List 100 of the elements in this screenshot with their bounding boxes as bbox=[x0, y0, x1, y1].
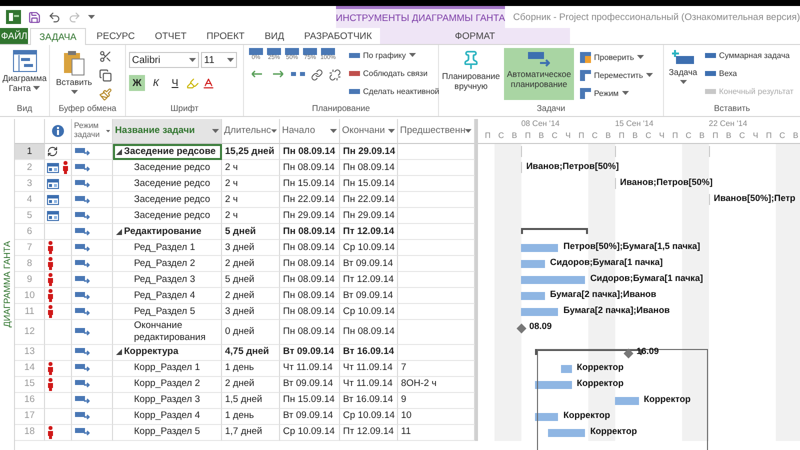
column-header[interactable]: Начало bbox=[280, 119, 340, 144]
schedule-command[interactable]: Сделать неактивной bbox=[347, 84, 442, 99]
start-date-cell: Пн 29.09.14 bbox=[280, 208, 340, 224]
task-name: Заседение редсо bbox=[134, 194, 210, 206]
caret-icon bbox=[271, 128, 277, 134]
ribbon-tab[interactable]: ФОРМАТ bbox=[380, 28, 570, 44]
caret-icon bbox=[212, 128, 219, 134]
italic-button[interactable]: К bbox=[148, 75, 164, 91]
schedule-mode-button[interactable]: Автоматическое планирование bbox=[504, 48, 574, 100]
finish-date-cell: Пн 08.09.14 bbox=[340, 160, 398, 176]
week-label: 15 Сен '14 bbox=[614, 119, 654, 130]
undo-icon[interactable] bbox=[48, 10, 61, 24]
task-command[interactable]: Режим bbox=[578, 86, 656, 101]
duration-cell: 3 дней bbox=[222, 304, 280, 320]
progress-bar-icon bbox=[267, 48, 281, 55]
duration-cell: 2 ч bbox=[222, 208, 280, 224]
insert-task-button[interactable]: Задача bbox=[667, 48, 699, 100]
resource-label: Сидоров;Бумага[1 пачка] bbox=[590, 273, 703, 283]
day-label: Ч bbox=[658, 131, 666, 142]
duration-cell: 1 день bbox=[222, 360, 280, 377]
bold-button[interactable]: Ж bbox=[129, 75, 145, 91]
task-name: Корректура bbox=[124, 346, 178, 358]
task-name: Ред_Раздел 4 bbox=[134, 290, 196, 302]
summary-bar bbox=[521, 228, 588, 234]
start-date-cell: Вт 09.09.14 bbox=[280, 408, 340, 425]
collapse-triangle-icon[interactable] bbox=[116, 349, 122, 356]
start-date-cell: Пн 08.09.14 bbox=[280, 144, 340, 160]
indent-icon[interactable] bbox=[271, 69, 285, 79]
schedule-mode-button[interactable]: Планирование вручную bbox=[442, 48, 500, 100]
recurring-icon bbox=[47, 146, 58, 157]
task-bar bbox=[521, 276, 586, 284]
ribbon-tab[interactable]: ЗАДАЧА bbox=[30, 28, 86, 45]
finish-date-cell: Пт 12.09.14 bbox=[340, 272, 398, 288]
cut-icon[interactable] bbox=[99, 50, 112, 63]
contextual-group-title: ИНСТРУМЕНТЫ ДИАГРАММЫ ГАНТА bbox=[336, 6, 506, 28]
column-header[interactable]: Окончани bbox=[340, 119, 398, 144]
collapse-triangle-icon[interactable] bbox=[116, 228, 122, 234]
command-icon bbox=[705, 69, 716, 78]
duration-cell: 15,25 дней bbox=[222, 144, 280, 160]
insert-command[interactable]: Суммарная задача bbox=[703, 48, 796, 63]
rollup-tick bbox=[615, 146, 616, 157]
task-name: Редактирование bbox=[124, 226, 202, 238]
outdent-icon[interactable] bbox=[251, 69, 265, 79]
day-label: С bbox=[644, 131, 652, 142]
column-header[interactable]: Длительнс bbox=[222, 119, 280, 144]
font-size-select[interactable]: 11 bbox=[201, 52, 237, 68]
finish-date-cell: Пн 08.09.14 bbox=[340, 320, 398, 345]
duration-cell: 2 ч bbox=[222, 176, 280, 192]
schedule-command[interactable]: Соблюдать связи bbox=[347, 66, 442, 81]
start-date-cell: Пн 08.09.14 bbox=[280, 288, 340, 304]
task-name: Заседение редсо bbox=[134, 178, 210, 190]
finish-date-cell: Вт 16.09.14 bbox=[340, 344, 398, 361]
auto-schedule-icon bbox=[75, 306, 90, 316]
day-label: С bbox=[778, 131, 786, 142]
finish-date-cell: Пт 12.09.14 bbox=[340, 224, 398, 240]
command-icon bbox=[349, 51, 360, 60]
copy-icon[interactable] bbox=[99, 69, 112, 82]
save-icon[interactable] bbox=[28, 10, 41, 24]
command-icon bbox=[580, 52, 591, 63]
day-label: С bbox=[738, 131, 746, 142]
caret-icon bbox=[622, 91, 629, 96]
finish-date-cell: Вт 16.09.14 bbox=[340, 392, 398, 409]
task-command[interactable]: Переместить bbox=[578, 68, 656, 83]
column-header[interactable]: Режим задачи bbox=[72, 119, 113, 144]
link-icon[interactable] bbox=[311, 69, 323, 81]
task-command[interactable]: Проверить bbox=[578, 50, 656, 65]
duration-cell: 5 дней bbox=[222, 224, 280, 240]
finish-date-cell: Пн 29.09.14 bbox=[340, 208, 398, 224]
schedule-command[interactable]: По графику bbox=[347, 48, 442, 63]
split-task-icon[interactable] bbox=[291, 69, 305, 79]
font-color-icon[interactable] bbox=[202, 76, 215, 90]
task-bar bbox=[521, 292, 545, 300]
auto-schedule-icon bbox=[75, 258, 90, 268]
finish-date-cell: Чт 11.09.14 bbox=[340, 360, 398, 377]
app-logo-icon[interactable] bbox=[6, 10, 21, 24]
auto-schedule-icon bbox=[75, 363, 90, 374]
column-header[interactable]: Предшественн bbox=[398, 119, 475, 144]
format-painter-icon[interactable] bbox=[99, 88, 112, 101]
paste-button[interactable]: Вставить bbox=[53, 48, 96, 100]
column-header[interactable]: Название задачи bbox=[113, 119, 222, 144]
unlink-icon[interactable] bbox=[329, 69, 341, 81]
collapse-triangle-icon[interactable] bbox=[116, 148, 122, 154]
caret-icon bbox=[330, 128, 337, 134]
resource-label: Петров[50%];Бумага[1,5 пачка] bbox=[563, 241, 700, 251]
task-name: Окончание редактирования bbox=[134, 320, 207, 344]
ribbon-tab[interactable]: ФАЙЛ bbox=[0, 28, 28, 44]
task-name: Ред_Раздел 2 bbox=[134, 258, 196, 270]
finish-date-cell: Пн 22.09.14 bbox=[340, 192, 398, 208]
insert-command[interactable]: Веха bbox=[703, 66, 796, 81]
font-name-select[interactable]: Calibri bbox=[129, 52, 199, 68]
finish-date-cell: Ср 10.09.14 bbox=[340, 304, 398, 320]
task-name: Заседение редсо bbox=[134, 162, 210, 174]
task-name: Ред_Раздел 3 bbox=[134, 274, 196, 286]
task-tick bbox=[521, 162, 522, 173]
gantt-view-button[interactable]: Диаграмма Ганта bbox=[0, 48, 50, 100]
day-label: В bbox=[631, 131, 639, 142]
day-label: Ч bbox=[752, 131, 760, 142]
underline-button[interactable]: Ч bbox=[167, 75, 183, 91]
row-number[interactable]: 1 bbox=[15, 144, 45, 160]
day-label: В bbox=[510, 131, 518, 142]
